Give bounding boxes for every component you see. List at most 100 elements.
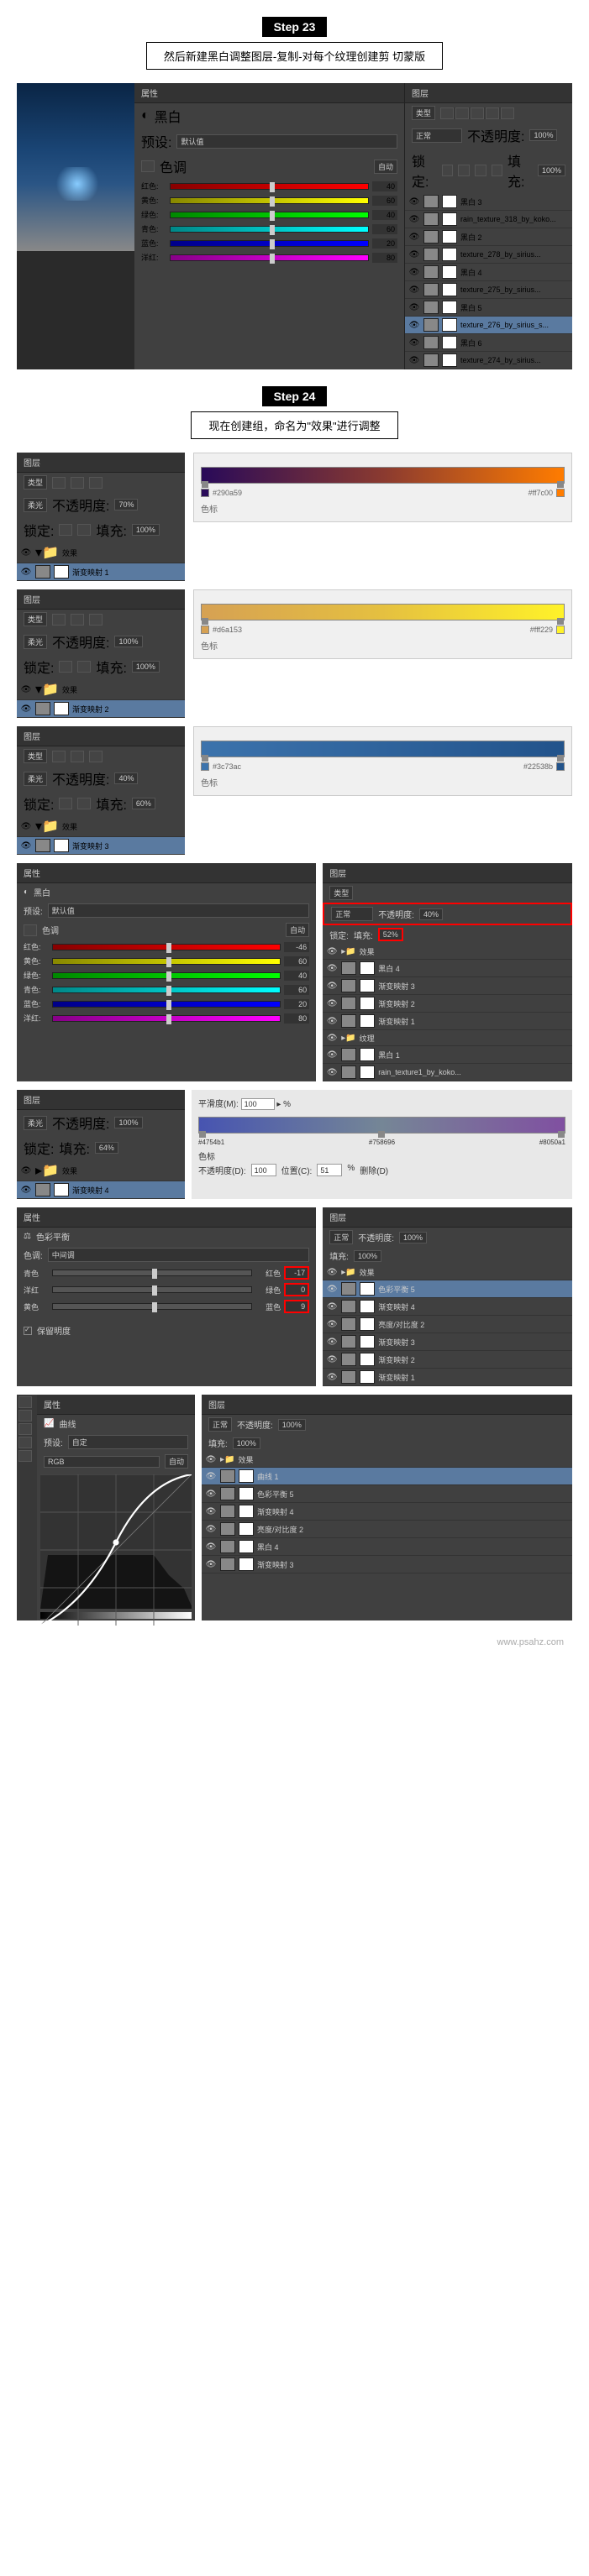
preserve-lum-checkbox[interactable] [24, 1327, 32, 1335]
channel-dropdown[interactable]: RGB [44, 1456, 160, 1468]
visibility-icon[interactable]: 👁 [326, 1266, 338, 1278]
layer-item[interactable]: 👁 色彩平衡 5 [323, 1280, 572, 1298]
layer-item[interactable]: 👁 黑白 4 [202, 1538, 572, 1556]
layer-item[interactable]: 👁 texture_274_by_sirius... [405, 352, 572, 369]
tool-icon[interactable] [18, 1437, 32, 1448]
kind-filter[interactable]: 类型 [24, 749, 47, 763]
lock-icon[interactable] [77, 661, 91, 673]
layer-item[interactable]: 👁 ▸📁 纹理 [323, 1030, 572, 1046]
opacity-value[interactable]: 100% [278, 1419, 306, 1431]
layer-item[interactable]: 👁渐变映射 3 [17, 837, 185, 855]
slider-track[interactable] [52, 1015, 281, 1022]
tool-icon[interactable] [18, 1450, 32, 1462]
layer-item[interactable]: 👁 渐变映射 4 [202, 1503, 572, 1521]
slider-track[interactable] [170, 226, 369, 233]
slider-value[interactable]: 20 [284, 999, 309, 1009]
tool-icon[interactable] [18, 1423, 32, 1435]
balance-slider[interactable] [52, 1270, 252, 1276]
layer-item[interactable]: 👁 texture_278_by_sirius... [405, 246, 572, 264]
lock-icon[interactable] [442, 165, 454, 176]
fill-value[interactable]: 52% [378, 928, 403, 941]
visibility-icon[interactable]: 👁 [326, 962, 338, 974]
visibility-icon[interactable]: 👁 [408, 231, 420, 243]
visibility-icon[interactable]: 👁 [20, 840, 32, 851]
filter-icon[interactable] [71, 751, 84, 762]
layer-group[interactable]: 👁▾📁效果 [17, 816, 185, 837]
fill-value[interactable]: 100% [538, 165, 565, 176]
visibility-icon[interactable]: 👁 [205, 1541, 217, 1552]
layer-item[interactable]: 👁 ▸📁 效果 [323, 944, 572, 960]
filter-icon[interactable] [486, 107, 499, 119]
visibility-icon[interactable]: 👁 [326, 1318, 338, 1330]
layer-group[interactable]: 👁 ▸📁 效果 [17, 1160, 185, 1181]
visibility-icon[interactable]: 👁 [20, 1165, 32, 1176]
auto-button[interactable]: 自动 [374, 160, 397, 174]
tint-icon[interactable] [24, 924, 37, 936]
opacity-value[interactable]: 70% [114, 499, 138, 510]
slider-value[interactable]: 60 [372, 224, 397, 234]
layer-item[interactable]: 👁 渐变映射 2 [323, 1351, 572, 1369]
visibility-icon[interactable]: 👁 [205, 1453, 217, 1465]
filter-icon[interactable] [440, 107, 454, 119]
visibility-icon[interactable]: 👁 [408, 196, 420, 207]
visibility-icon[interactable]: 👁 [20, 820, 32, 832]
tone-dropdown[interactable]: 中间调 [48, 1248, 309, 1262]
visibility-icon[interactable]: 👁 [326, 997, 338, 1009]
preset-dropdown[interactable]: 默认值 [176, 134, 397, 149]
visibility-icon[interactable]: 👁 [326, 1301, 338, 1312]
visibility-icon[interactable]: 👁 [326, 1066, 338, 1078]
preset-dropdown[interactable]: 自定 [68, 1435, 188, 1449]
layer-item[interactable]: 👁 渐变映射 3 [323, 977, 572, 995]
color-stop-right[interactable]: #fff229 [530, 624, 565, 636]
blend-mode[interactable]: 柔光 [24, 498, 47, 512]
visibility-icon[interactable]: 👁 [408, 319, 420, 331]
visibility-icon[interactable]: 👁 [326, 1049, 338, 1060]
layer-item[interactable]: 👁 渐变映射 3 [323, 1333, 572, 1351]
lock-icon[interactable] [77, 524, 91, 536]
visibility-icon[interactable]: 👁 [205, 1523, 217, 1535]
layer-item[interactable]: 👁渐变映射 2 [17, 700, 185, 718]
stop-opacity[interactable] [251, 1164, 276, 1176]
preset-dropdown[interactable]: 默认值 [48, 903, 309, 918]
blend-mode[interactable]: 正常 [329, 1230, 353, 1244]
visibility-icon[interactable]: 👁 [408, 266, 420, 278]
filter-icon[interactable] [89, 614, 103, 626]
layer-item[interactable]: 👁 渐变映射 4 [17, 1181, 185, 1199]
filter-icon[interactable] [501, 107, 514, 119]
slider-value[interactable]: 60 [284, 956, 309, 966]
layer-item[interactable]: 👁 黑白 1 [323, 1046, 572, 1064]
kind-filter[interactable]: 类型 [24, 475, 47, 490]
layer-item[interactable]: 👁 黑白 4 [323, 960, 572, 977]
visibility-icon[interactable]: 👁 [326, 1336, 338, 1348]
layer-item[interactable]: 👁 色彩平衡 5 [202, 1485, 572, 1503]
layer-item[interactable]: 👁 亮度/对比度 2 [202, 1521, 572, 1538]
balance-slider[interactable] [52, 1303, 252, 1310]
visibility-icon[interactable]: 👁 [408, 301, 420, 313]
blend-mode[interactable]: 柔光 [24, 635, 47, 649]
visibility-icon[interactable]: 👁 [408, 337, 420, 348]
filter-icon[interactable] [52, 614, 66, 626]
blend-mode[interactable]: 正常 [331, 907, 373, 921]
layer-item[interactable]: 👁 黑白 6 [405, 334, 572, 352]
visibility-icon[interactable]: 👁 [326, 1283, 338, 1295]
kind-filter[interactable]: 类型 [412, 106, 435, 120]
layer-item[interactable]: 👁 黑白 2 [405, 228, 572, 246]
opacity-value[interactable]: 100% [114, 1117, 142, 1128]
layer-item[interactable]: 👁 rain_texture_318_by_koko... [405, 211, 572, 228]
layer-item[interactable]: 👁 黑白 5 [405, 299, 572, 317]
visibility-icon[interactable]: 👁 [326, 1015, 338, 1027]
auto-button[interactable]: 自动 [165, 1454, 188, 1469]
balance-value[interactable]: 9 [284, 1300, 309, 1313]
layer-item[interactable]: 👁 渐变映射 2 [323, 995, 572, 1013]
gradient-preview[interactable] [201, 604, 565, 620]
visibility-icon[interactable]: 👁 [205, 1488, 217, 1500]
slider-value[interactable]: 80 [284, 1013, 309, 1024]
slider-value[interactable]: 80 [372, 253, 397, 263]
filter-icon[interactable] [71, 614, 84, 626]
layer-item[interactable]: 👁 texture_275_by_sirius... [405, 281, 572, 299]
slider-track[interactable] [170, 197, 369, 204]
slider-track[interactable] [170, 240, 369, 247]
filter-icon[interactable] [52, 477, 66, 489]
layer-item[interactable]: 👁 texture_276_by_sirius_s... [405, 317, 572, 334]
visibility-icon[interactable]: 👁 [326, 945, 338, 957]
